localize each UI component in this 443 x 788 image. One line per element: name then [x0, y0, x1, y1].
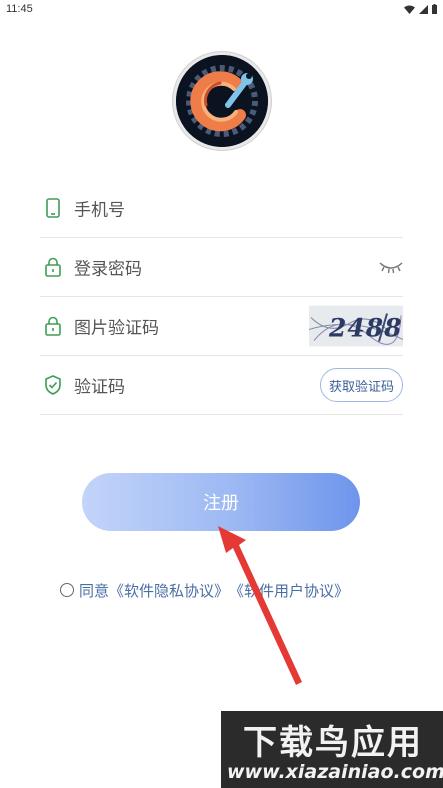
- image-captcha-label: 图片验证码: [74, 318, 159, 339]
- lock-icon: [45, 257, 61, 277]
- agree-radio[interactable]: [60, 583, 74, 597]
- status-time: 11:45: [6, 3, 33, 15]
- shield-check-icon: [45, 375, 61, 395]
- wifi-icon: [404, 5, 415, 14]
- annotation-arrow: [218, 526, 302, 685]
- phone-field[interactable]: 手机号: [40, 179, 403, 238]
- sms-code-field[interactable]: 验证码 获取验证码: [40, 356, 403, 415]
- agree-text: 同意: [79, 581, 110, 600]
- watermark: 下载鸟应用 www.xiazainiao.com: [221, 711, 443, 788]
- status-icons: [404, 4, 437, 14]
- phone-label: 手机号: [74, 200, 125, 221]
- eye-closed-icon[interactable]: [379, 260, 403, 274]
- captcha-text: 2488: [328, 314, 403, 343]
- status-bar: 11:45: [0, 0, 443, 18]
- agreement: 同意 《软件隐私协议》 《软件用户协议》: [60, 580, 349, 600]
- captcha-image[interactable]: 2488: [309, 305, 403, 347]
- password-field[interactable]: 登录密码: [40, 238, 403, 297]
- watermark-url: www.xiazainiao.com: [227, 761, 443, 783]
- password-label: 登录密码: [74, 259, 142, 280]
- phone-icon: [46, 198, 60, 218]
- privacy-agreement-link[interactable]: 《软件隐私协议》: [109, 580, 229, 601]
- watermark-title: 下载鸟应用: [243, 723, 423, 763]
- image-captcha-field[interactable]: 图片验证码 2488: [40, 297, 403, 356]
- battery-icon: [432, 4, 437, 14]
- signal-icon: [419, 4, 428, 14]
- register-button[interactable]: 注册: [82, 473, 360, 531]
- lock-icon: [45, 316, 61, 336]
- sms-code-label: 验证码: [74, 377, 125, 398]
- app-logo: [173, 52, 271, 150]
- user-agreement-link[interactable]: 《软件用户协议》: [229, 580, 349, 601]
- get-code-button[interactable]: 获取验证码: [319, 368, 403, 402]
